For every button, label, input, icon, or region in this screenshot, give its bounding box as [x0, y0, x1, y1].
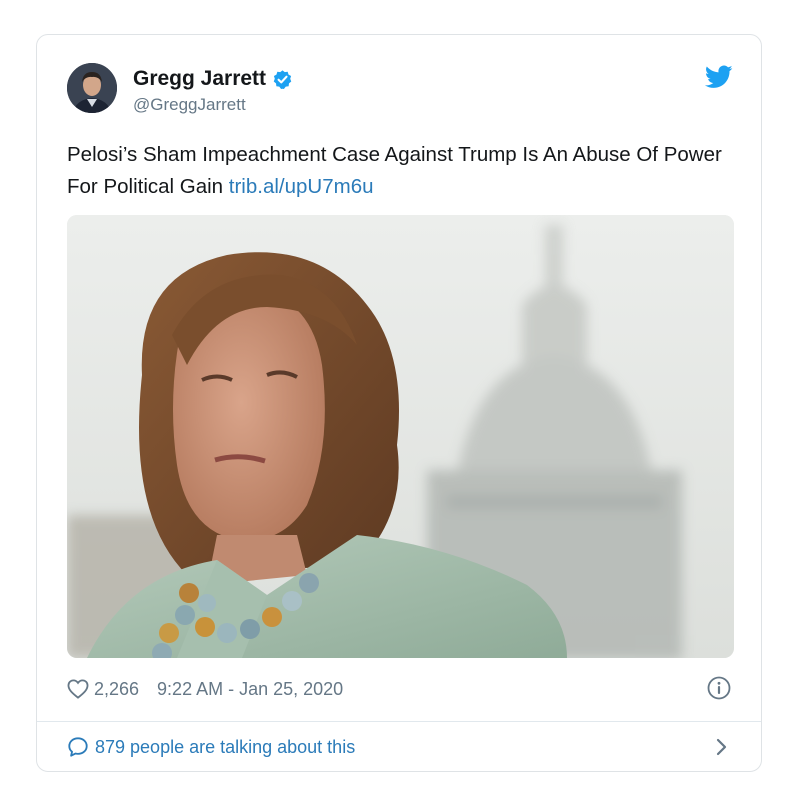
conversation-text: 879 people are talking about this: [95, 736, 356, 757]
tweet-photo[interactable]: [67, 215, 734, 658]
author-display-name[interactable]: Gregg Jarrett: [133, 67, 266, 91]
like-count: 2,266: [94, 678, 140, 699]
tweet-card: Gregg Jarrett @GreggJarrett Pelosi’s Sha…: [36, 34, 762, 772]
tweet-timestamp[interactable]: 9:22 AM - Jan 25, 2020: [157, 679, 343, 700]
tweet-link[interactable]: trib.al/upU7m6u: [229, 175, 374, 198]
avatar[interactable]: [67, 63, 117, 113]
speech-bubble-icon: [67, 736, 89, 758]
heart-icon[interactable]: [67, 679, 89, 699]
twitter-bird-icon[interactable]: [704, 65, 733, 89]
tweet-text: Pelosi’s Sham Impeachment Case Against T…: [67, 139, 727, 203]
divider: [37, 721, 761, 722]
author-names: Gregg Jarrett @GreggJarrett: [133, 67, 293, 115]
tweet-body: Pelosi’s Sham Impeachment Case Against T…: [67, 143, 722, 198]
tweet-meta: 2,266 9:22 AM - Jan 25, 2020: [67, 675, 733, 703]
info-icon[interactable]: [707, 676, 731, 700]
conversation-link[interactable]: 879 people are talking about this: [67, 733, 733, 761]
chevron-right-icon: [715, 737, 729, 757]
verified-badge-icon: [272, 69, 293, 90]
tweet-header: Gregg Jarrett @GreggJarrett: [67, 63, 733, 119]
author-handle[interactable]: @GreggJarrett: [133, 95, 293, 115]
